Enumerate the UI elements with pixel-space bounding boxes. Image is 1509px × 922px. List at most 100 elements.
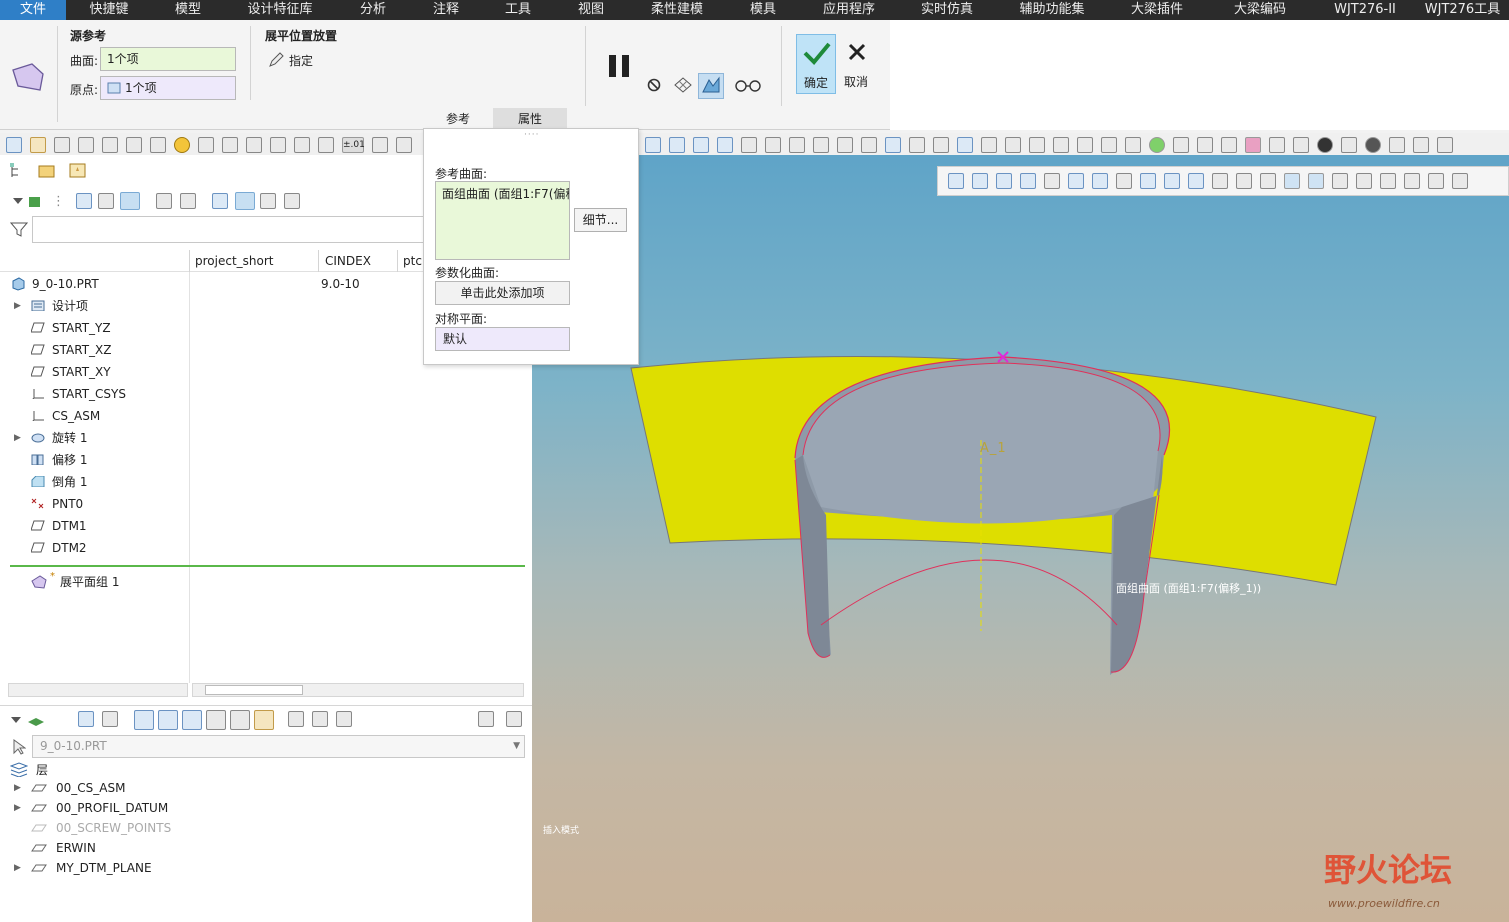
menu-beam-plugin[interactable]: 大梁插件	[1108, 0, 1206, 20]
repaint-icon[interactable]	[1020, 173, 1036, 189]
menu-model[interactable]: 模型	[152, 0, 224, 20]
tree-item[interactable]: 倒角 1	[0, 471, 532, 493]
columns-icon[interactable]	[120, 192, 140, 210]
plane-display-icon[interactable]	[1212, 173, 1228, 189]
csys-display-icon[interactable]	[1284, 173, 1300, 189]
menu-mold[interactable]: 模具	[726, 0, 800, 20]
copy-icon[interactable]	[222, 137, 238, 153]
select-tree-icon[interactable]	[260, 193, 276, 209]
more-view-icon[interactable]	[1452, 173, 1468, 189]
move-icon[interactable]	[270, 137, 286, 153]
menu-applications[interactable]: 应用程序	[800, 0, 898, 20]
pause-view-icon[interactable]	[1428, 173, 1444, 189]
col-ptc[interactable]: ptc	[403, 254, 422, 268]
message-icon[interactable]	[102, 137, 118, 153]
book-icon[interactable]	[861, 137, 877, 153]
dimension-icon[interactable]	[1269, 137, 1285, 153]
regen-icon[interactable]	[198, 137, 214, 153]
settings-icon[interactable]	[318, 137, 334, 153]
analysis-icon[interactable]	[1029, 137, 1045, 153]
assembly-icon[interactable]	[294, 137, 310, 153]
curve-icon[interactable]	[1005, 137, 1021, 153]
view-switch-icon[interactable]	[1356, 173, 1372, 189]
chart-icon[interactable]	[693, 137, 709, 153]
new-icon[interactable]	[6, 137, 22, 153]
folder-icon[interactable]	[78, 137, 94, 153]
render-icon[interactable]	[1365, 137, 1381, 153]
expand-all-icon[interactable]	[76, 193, 92, 209]
menu-realtime-sim[interactable]: 实时仿真	[898, 0, 996, 20]
menu-view[interactable]: 视图	[554, 0, 628, 20]
layer-filter3-icon[interactable]	[336, 711, 352, 727]
expand-arrow-icon[interactable]: ▶	[14, 858, 24, 878]
section-icon[interactable]	[1140, 173, 1156, 189]
layer-model-selector[interactable]: 9_0-10.PRT ▼	[32, 735, 525, 758]
overflow-icon[interactable]	[1437, 137, 1453, 153]
warning-icon[interactable]	[1404, 173, 1420, 189]
refit-icon[interactable]	[948, 173, 964, 189]
tree-item[interactable]: DTM1	[0, 515, 532, 537]
tab-references[interactable]: 参考	[423, 108, 493, 130]
expand-arrow-icon[interactable]: ▶	[14, 295, 24, 317]
point-display-icon[interactable]	[1260, 173, 1276, 189]
layer-expand-icon[interactable]	[78, 711, 94, 727]
tree-item[interactable]: 偏移 1	[0, 449, 532, 471]
ruler-icon[interactable]	[741, 137, 757, 153]
eraser-icon[interactable]	[126, 137, 142, 153]
menu-wjt276-tools[interactable]: WJT276工具	[1416, 0, 1509, 20]
ok-button[interactable]: 确定	[796, 34, 836, 94]
layer-item[interactable]: ▶ 00_CS_ASM	[0, 778, 532, 798]
axis-tool-icon[interactable]	[1125, 137, 1141, 153]
perspective-icon[interactable]	[1116, 173, 1132, 189]
menu-wjt276-ii[interactable]: WJT276-II	[1314, 0, 1416, 20]
tree-find-icon[interactable]	[284, 193, 300, 209]
col-project-short[interactable]: project_short	[195, 254, 274, 268]
smiley-icon[interactable]	[174, 137, 190, 153]
layer-item[interactable]: ▶ MY_DTM_PLANE	[0, 858, 532, 878]
tree-item[interactable]: START_CSYS	[0, 383, 532, 405]
solid-icon[interactable]	[885, 137, 901, 153]
precision-icon[interactable]: ±.01	[342, 137, 365, 153]
tree-item[interactable]: DTM2	[0, 537, 532, 559]
graphics-window[interactable]: A_1 面组曲面 (面组1:F7(偏移_1)) 插入模式 野火论坛 www.pr…	[532, 155, 1509, 922]
tree-search-input[interactable]	[32, 216, 424, 243]
paste-special-icon[interactable]	[813, 137, 829, 153]
layer-hide-icon[interactable]	[158, 710, 178, 730]
preview-geometry-icon[interactable]	[673, 75, 693, 95]
minimize-icon[interactable]	[1389, 137, 1405, 153]
redo-icon[interactable]	[396, 137, 412, 153]
measure-icon[interactable]	[717, 137, 733, 153]
list-icon[interactable]	[909, 137, 925, 153]
tree-settings-icon[interactable]	[212, 193, 228, 209]
tree-item-flatten-quilt[interactable]: * 展平面组 1	[0, 571, 532, 593]
branch-icon[interactable]	[1380, 173, 1396, 189]
details-button[interactable]: 细节...	[574, 208, 627, 232]
tab-properties[interactable]: 属性	[493, 108, 567, 130]
specify-button[interactable]: 指定	[268, 51, 313, 69]
graph-icon[interactable]	[645, 137, 661, 153]
col-cindex[interactable]: CINDEX	[325, 254, 371, 268]
menu-shortcuts[interactable]: 快捷键	[66, 0, 152, 20]
menu-beam-code[interactable]: 大梁编码	[1206, 0, 1314, 20]
add-param-surface[interactable]: 单击此处添加项	[435, 281, 570, 305]
layer-item[interactable]: 00_SCREW_POINTS	[0, 818, 532, 838]
tree-columns-icon[interactable]	[180, 193, 196, 209]
spline-icon[interactable]	[1053, 137, 1069, 153]
expand-arrow-icon[interactable]: ▶	[14, 427, 24, 449]
pause-button[interactable]	[607, 53, 633, 79]
layer-settings-icon[interactable]	[478, 711, 494, 727]
sym-plane-collector[interactable]: 默认	[435, 327, 570, 351]
menu-aux-functions[interactable]: 辅助功能集	[996, 0, 1108, 20]
image-icon[interactable]	[957, 137, 973, 153]
layer-collapse-icon[interactable]	[102, 711, 118, 727]
collapse-all-icon[interactable]	[98, 193, 114, 209]
no-preview-icon[interactable]	[646, 77, 662, 93]
appearance-icon[interactable]	[1245, 137, 1261, 153]
orient-icon[interactable]	[1044, 173, 1060, 189]
paste-icon[interactable]	[789, 137, 805, 153]
menu-file[interactable]: 文件	[0, 0, 66, 20]
layer-item[interactable]: ▶ 00_PROFIL_DATUM	[0, 798, 532, 818]
layer-save-icon[interactable]	[254, 710, 274, 730]
origin-collector[interactable]: 1个项	[100, 76, 236, 100]
ref-surface-collector[interactable]: 面组曲面 (面组1:F7(偏移	[435, 181, 570, 260]
